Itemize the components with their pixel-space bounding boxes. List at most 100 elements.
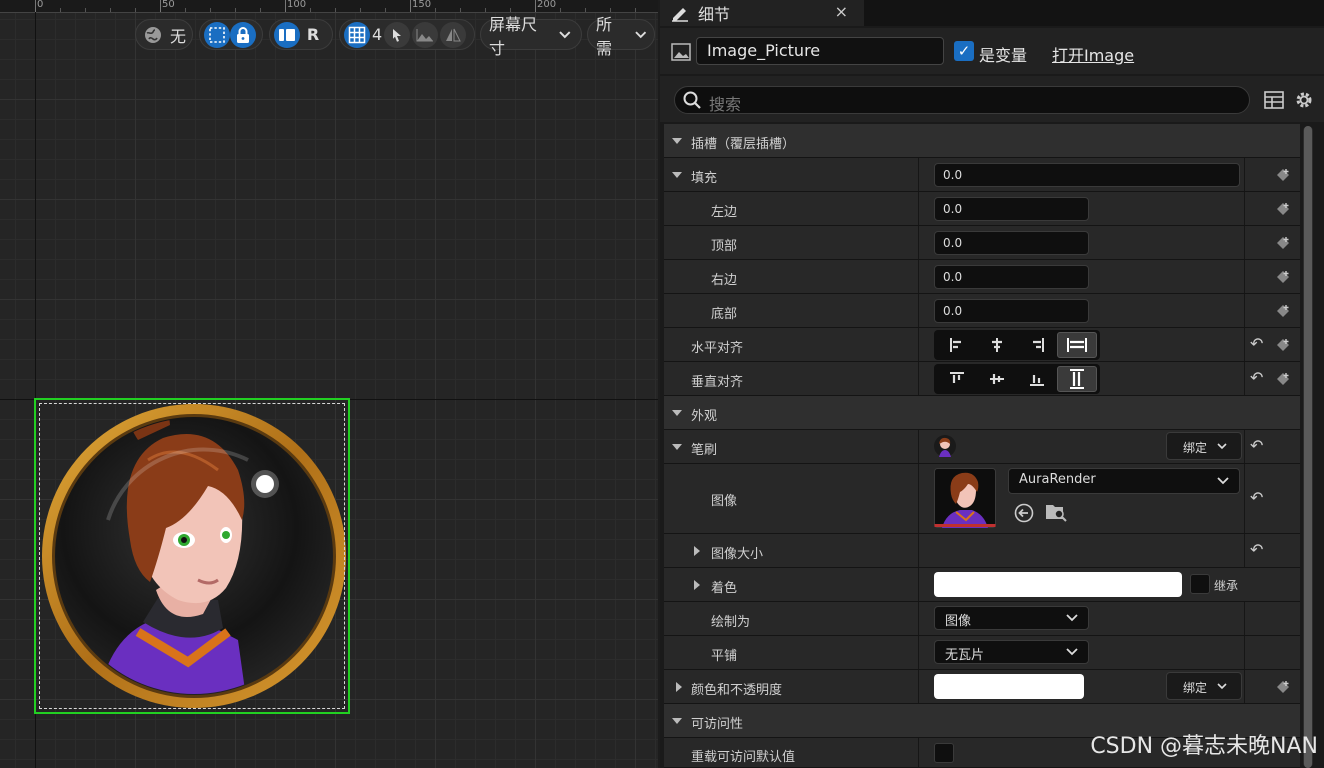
selection-lock-group bbox=[199, 19, 263, 50]
is-variable-label: 是变量 bbox=[979, 46, 1028, 65]
landscape-icon[interactable] bbox=[412, 21, 439, 48]
align-bottom-icon[interactable] bbox=[1017, 366, 1057, 392]
cursor-icon[interactable] bbox=[384, 21, 411, 48]
keyframe-add-icon[interactable] bbox=[1276, 680, 1290, 694]
tab-details[interactable]: 细节 × bbox=[660, 0, 864, 26]
property-image: 图像 AuraRender ↶ bbox=[664, 464, 1300, 534]
tiling-combo[interactable]: 无瓦片 bbox=[934, 640, 1089, 664]
keyframe-add-icon[interactable] bbox=[1276, 304, 1290, 318]
marquee-select-icon[interactable] bbox=[204, 21, 230, 48]
ruler-tick bbox=[60, 8, 61, 12]
keyframe-add-icon[interactable] bbox=[1276, 168, 1290, 182]
color-bind-dropdown[interactable]: 绑定 bbox=[1166, 672, 1242, 700]
ruler-label: 200 bbox=[537, 0, 557, 10]
details-scrollbar[interactable] bbox=[1303, 126, 1313, 768]
scrollbar-thumb[interactable] bbox=[1304, 126, 1312, 768]
align-vertical-fill-icon[interactable] bbox=[1057, 366, 1097, 392]
mirror-icon[interactable] bbox=[440, 21, 467, 48]
property-draw-as: 绘制为 图像 bbox=[664, 602, 1300, 636]
expand-arrow-icon[interactable] bbox=[676, 682, 682, 692]
ruler-tick bbox=[635, 8, 636, 12]
chevron-down-icon bbox=[1066, 648, 1078, 656]
keyframe-add-icon[interactable] bbox=[1276, 270, 1290, 284]
category-appearance[interactable]: 外观 bbox=[664, 396, 1300, 430]
gear-icon[interactable] bbox=[1294, 90, 1314, 110]
top-label: 顶部 bbox=[711, 239, 738, 254]
image-asset-thumbnail[interactable] bbox=[934, 468, 996, 528]
align-top-icon[interactable] bbox=[937, 366, 977, 392]
fill-mode-dropdown[interactable]: 所需 bbox=[587, 15, 655, 58]
ruler-tick bbox=[185, 8, 186, 12]
keyframe-add-icon[interactable] bbox=[1276, 338, 1290, 352]
reset-arrow-icon[interactable]: ↶ bbox=[1250, 334, 1263, 353]
grid-size-value[interactable]: 4 bbox=[370, 25, 384, 44]
right-input[interactable]: 0.0 bbox=[934, 265, 1089, 289]
keyframe-add-icon[interactable] bbox=[1276, 236, 1290, 250]
align-right-icon[interactable] bbox=[1017, 332, 1057, 358]
expand-arrow-icon[interactable] bbox=[694, 546, 700, 556]
ruler-tick bbox=[310, 8, 311, 12]
property-left: 左边 0.0 bbox=[664, 192, 1300, 226]
keyframe-add-icon[interactable] bbox=[1276, 202, 1290, 216]
category-slot[interactable]: 插槽（覆层插槽） bbox=[664, 124, 1300, 158]
open-image-link[interactable]: 打开Image bbox=[1052, 42, 1134, 66]
table-view-icon[interactable] bbox=[1264, 91, 1284, 109]
expand-arrow-icon[interactable] bbox=[672, 172, 682, 178]
reset-arrow-icon[interactable]: ↶ bbox=[1250, 540, 1263, 559]
property-right: 右边 0.0 bbox=[664, 260, 1300, 294]
image-asset-combo[interactable]: AuraRender bbox=[1008, 468, 1240, 494]
bottom-input[interactable]: 0.0 bbox=[934, 299, 1089, 323]
search-input[interactable]: 搜索 bbox=[674, 86, 1250, 114]
layout-icon[interactable] bbox=[274, 21, 300, 48]
reset-arrow-icon[interactable]: ↶ bbox=[1250, 436, 1263, 455]
use-selected-asset-icon[interactable] bbox=[1014, 503, 1034, 523]
reset-arrow-icon[interactable]: ↶ bbox=[1250, 488, 1263, 507]
brush-bind-dropdown[interactable]: 绑定 bbox=[1166, 432, 1242, 460]
chevron-down-icon bbox=[559, 30, 571, 38]
world-mode-label[interactable]: 无 bbox=[166, 23, 190, 47]
is-variable-checkbox[interactable]: ✓ bbox=[954, 41, 974, 61]
align-center-icon[interactable] bbox=[977, 332, 1017, 358]
expand-arrow-icon bbox=[672, 138, 682, 144]
lock-icon[interactable] bbox=[230, 21, 256, 48]
r-toggle-button[interactable]: R bbox=[300, 22, 326, 48]
expand-arrow-icon[interactable] bbox=[672, 444, 682, 450]
override-access-checkbox[interactable] bbox=[934, 743, 954, 763]
grid-icon[interactable] bbox=[344, 21, 370, 48]
ruler-tick bbox=[360, 8, 361, 12]
inherit-checkbox[interactable] bbox=[1190, 574, 1210, 594]
screen-size-dropdown[interactable]: 屏幕尺寸 bbox=[480, 15, 582, 58]
keyframe-add-icon[interactable] bbox=[1276, 372, 1290, 386]
bottom-label: 底部 bbox=[711, 307, 738, 322]
top-input[interactable]: 0.0 bbox=[934, 231, 1089, 255]
globe-icon[interactable] bbox=[140, 22, 166, 48]
slot-label: 插槽（覆层插槽） bbox=[691, 137, 796, 152]
ruler-tick bbox=[110, 8, 111, 12]
draw-as-combo[interactable]: 图像 bbox=[934, 606, 1089, 630]
property-brush: 笔刷 绑定 ↶ bbox=[664, 430, 1300, 464]
widget-name-input[interactable]: Image_Picture bbox=[696, 37, 944, 65]
browse-asset-icon[interactable] bbox=[1045, 502, 1067, 522]
property-color-opacity: 颜色和不透明度 绑定 bbox=[664, 670, 1300, 704]
ruler-tick bbox=[160, 0, 161, 12]
padding-input[interactable]: 0.0 bbox=[934, 163, 1240, 187]
align-left-icon[interactable] bbox=[937, 332, 977, 358]
ruler-tick bbox=[135, 8, 136, 12]
designer-canvas[interactable]: 050100150200250300350400450 无 R 4 bbox=[0, 0, 658, 768]
align-fill-icon[interactable] bbox=[1057, 332, 1097, 358]
padding-label: 填充 bbox=[691, 171, 718, 186]
align-middle-icon[interactable] bbox=[977, 366, 1017, 392]
brush-thumbnail-icon bbox=[934, 435, 956, 457]
tint-color-swatch[interactable] bbox=[934, 572, 1182, 597]
ruler-tick bbox=[335, 8, 336, 12]
override-access-label: 重载可访问默认值 bbox=[691, 750, 796, 765]
property-padding: 填充 0.0 bbox=[664, 158, 1300, 192]
close-icon[interactable]: × bbox=[835, 2, 848, 21]
left-input[interactable]: 0.0 bbox=[934, 197, 1089, 221]
h-align-label: 水平对齐 bbox=[691, 341, 744, 356]
right-label: 右边 bbox=[711, 273, 738, 288]
expand-arrow-icon[interactable] bbox=[694, 580, 700, 590]
color-opacity-swatch[interactable] bbox=[934, 674, 1084, 699]
reset-arrow-icon[interactable]: ↶ bbox=[1250, 368, 1263, 387]
tint-label: 着色 bbox=[711, 581, 738, 596]
